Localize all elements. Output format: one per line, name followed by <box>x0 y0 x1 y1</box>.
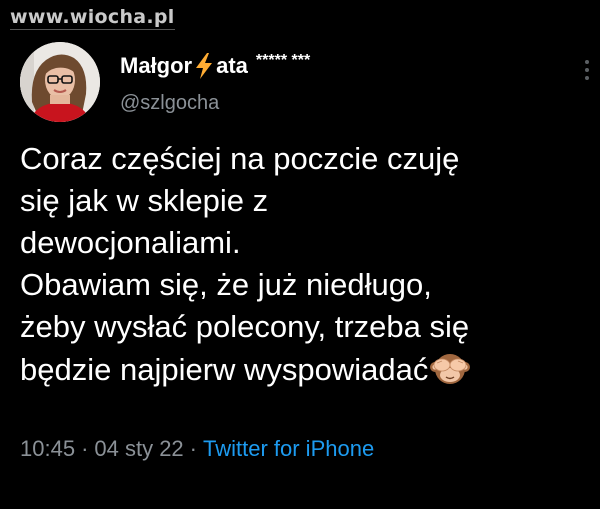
see-no-evil-monkey-icon <box>430 354 471 384</box>
tweet-line: żeby wysłać polecony, trzeba się <box>20 309 470 344</box>
tweet-line: Coraz częściej na poczcie czuję <box>20 141 460 176</box>
avatar[interactable] <box>20 42 100 122</box>
meta-separator: · <box>189 436 197 461</box>
name-part-2: ata <box>216 53 248 78</box>
avatar-photo <box>20 42 100 122</box>
name-suffix: ***** *** <box>255 52 311 69</box>
tweet-line: Obawiam się, że już niedługo, <box>20 267 432 302</box>
tweet-line: będzie najpierw wyspowiadać <box>20 352 429 387</box>
site-watermark: www.wiocha.pl <box>10 6 175 30</box>
lightning-bolt-icon <box>196 53 213 79</box>
display-name[interactable]: Małgor ata ***** *** <box>120 52 310 80</box>
tweet-source-link[interactable]: Twitter for iPhone <box>203 436 374 461</box>
tweet-line: dewocjonaliami. <box>20 225 241 260</box>
tweet-meta: 10:45 · 04 sty 22 · Twitter for iPhone <box>20 436 374 462</box>
name-part-1: Małgor <box>120 53 193 78</box>
meta-separator: · <box>81 436 89 461</box>
tweet-time[interactable]: 10:45 <box>20 436 75 461</box>
tweet-text: Coraz częściej na poczcie czuję się jak … <box>20 138 595 391</box>
tweet-date[interactable]: 04 sty 22 <box>94 436 183 461</box>
tweet-line: się jak w sklepie z <box>20 183 269 218</box>
tweet-line-last: będzie najpierw wyspowiadać <box>20 348 595 391</box>
user-handle[interactable]: @szlgocha <box>120 92 219 115</box>
more-options-icon[interactable] <box>584 60 590 80</box>
